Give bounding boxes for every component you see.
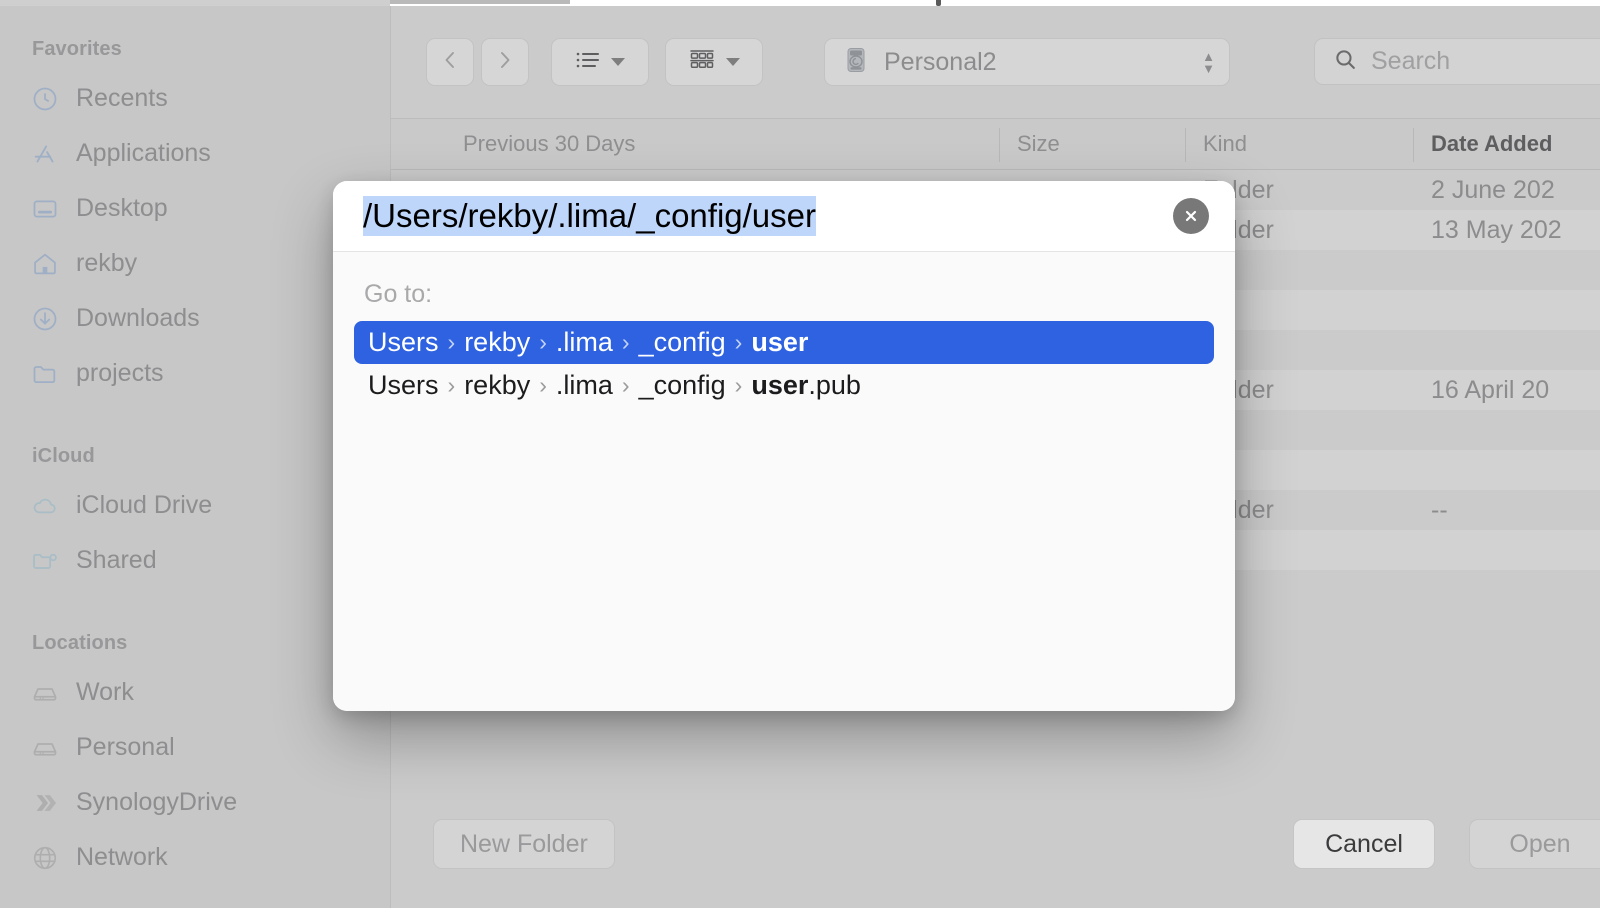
sidebar-item-label: rekby — [76, 249, 137, 278]
sidebar-item-label: iCloud Drive — [76, 491, 212, 520]
cell-date: 2 June 202 — [1413, 170, 1600, 210]
sidebar-item-label: Downloads — [76, 304, 200, 333]
column-header-kind[interactable]: Kind — [1185, 119, 1413, 169]
path-segment: Users — [368, 327, 439, 358]
path-segment-leaf: user — [751, 370, 808, 401]
sidebar-item-label: Shared — [76, 546, 157, 575]
cell-date — [1413, 450, 1600, 490]
forward-button[interactable] — [481, 38, 529, 86]
sidebar-item-label: Network — [76, 843, 168, 872]
path-separator: › — [439, 372, 465, 399]
sidebar-item-network[interactable]: Network — [0, 830, 391, 885]
path-segment: .lima — [556, 327, 613, 358]
path-suffix: .pub — [808, 370, 861, 401]
dialog-button-bar: New Folder Cancel Open — [391, 780, 1600, 908]
location-label: Personal2 — [884, 48, 1189, 77]
path-separator: › — [530, 372, 556, 399]
strip-mid-segment — [390, 0, 570, 4]
synology-icon — [30, 788, 60, 818]
sidebar-item-recents[interactable]: Recents — [0, 71, 391, 126]
path-segment: rekby — [464, 370, 530, 401]
search-placeholder: Search — [1371, 47, 1450, 76]
sidebar-item-label: projects — [76, 359, 164, 388]
navigation-buttons — [426, 38, 529, 86]
path-separator: › — [439, 329, 465, 356]
cancel-button[interactable]: Cancel — [1293, 819, 1435, 869]
path-segment-leaf: user — [751, 327, 808, 358]
stepper-updown-icon: ▲▼ — [1202, 52, 1215, 73]
sidebar-item-personal[interactable]: Personal — [0, 720, 391, 775]
sidebar-item-synologydrive[interactable]: SynologyDrive — [0, 775, 391, 830]
path-separator: › — [726, 372, 752, 399]
path-separator: › — [530, 329, 556, 356]
cell-date — [1413, 330, 1600, 370]
column-header-size[interactable]: Size — [999, 119, 1185, 169]
clear-button[interactable] — [1173, 198, 1209, 234]
cell-date: 16 April 20 — [1413, 370, 1600, 410]
toolbar: Personal2 ▲▼ Search — [391, 6, 1600, 118]
sidebar-item-label: SynologyDrive — [76, 788, 237, 817]
screen: Favorites Recents Applications — [0, 0, 1600, 908]
go-to-label: Go to: — [333, 252, 1235, 321]
folder-icon — [30, 359, 60, 389]
group-by-button[interactable] — [665, 38, 763, 86]
chevron-right-icon — [495, 48, 515, 77]
desktop-icon — [30, 194, 60, 224]
new-folder-button[interactable]: New Folder — [433, 819, 615, 869]
sidebar-item-label: Desktop — [76, 194, 168, 223]
suggestion-row[interactable]: Users › rekby › .lima › _config › user — [354, 321, 1214, 364]
close-circle-icon — [1181, 206, 1201, 226]
cell-date — [1413, 290, 1600, 330]
path-input-value[interactable]: /Users/rekby/.lima/_config/user — [363, 196, 816, 237]
applications-icon — [30, 139, 60, 169]
open-button[interactable]: Open — [1469, 819, 1600, 869]
path-separator: › — [613, 372, 639, 399]
path-input-row[interactable]: /Users/rekby/.lima/_config/user — [333, 181, 1235, 252]
path-separator: › — [613, 329, 639, 356]
sidebar-item-label: Personal — [76, 733, 175, 762]
column-header-row: Previous 30 Days Size Kind Date Added — [391, 118, 1600, 170]
back-button[interactable] — [426, 38, 474, 86]
go-to-folder-sheet: /Users/rekby/.lima/_config/user Go to: U… — [333, 181, 1235, 711]
chevron-down-icon — [726, 58, 740, 66]
harddisk-icon — [841, 45, 871, 80]
path-segment: _config — [639, 327, 726, 358]
shared-folder-icon — [30, 546, 60, 576]
downloads-icon — [30, 304, 60, 334]
group-view-icon — [688, 48, 716, 77]
cell-date — [1413, 530, 1600, 570]
cell-date: -- — [1413, 490, 1600, 530]
sidebar-section-favorites: Favorites — [0, 24, 391, 71]
home-icon — [30, 249, 60, 279]
column-header-date-added[interactable]: Date Added — [1413, 119, 1600, 169]
sidebar-item-applications[interactable]: Applications — [0, 126, 391, 181]
path-separator: › — [726, 329, 752, 356]
suggestion-row[interactable]: Users › rekby › .lima › _config › user .… — [354, 364, 1214, 407]
path-segment: Users — [368, 370, 439, 401]
list-view-icon — [575, 50, 601, 75]
chevron-down-icon — [611, 58, 625, 66]
cell-date: 13 May 202 — [1413, 210, 1600, 250]
path-segment: .lima — [556, 370, 613, 401]
cell-date — [1413, 250, 1600, 290]
clock-icon — [30, 84, 60, 114]
chevron-left-icon — [440, 48, 460, 77]
search-input[interactable]: Search — [1314, 38, 1600, 85]
sidebar-item-label: Applications — [76, 139, 211, 168]
harddisk-icon — [30, 678, 60, 708]
cell-date — [1413, 410, 1600, 450]
harddisk-icon — [30, 733, 60, 763]
path-segment: _config — [639, 370, 726, 401]
suggestion-list: Go to: Users › rekby › .lima › _config ›… — [333, 252, 1235, 711]
sidebar-item-label: Recents — [76, 84, 168, 113]
view-mode-list-button[interactable] — [551, 38, 649, 86]
globe-icon — [30, 843, 60, 873]
path-segment: rekby — [464, 327, 530, 358]
column-header-name[interactable]: Previous 30 Days — [391, 119, 999, 169]
search-icon — [1333, 47, 1358, 77]
sidebar-item-label: Work — [76, 678, 134, 707]
location-popup-button[interactable]: Personal2 ▲▼ — [824, 38, 1230, 86]
cloud-icon — [30, 491, 60, 521]
